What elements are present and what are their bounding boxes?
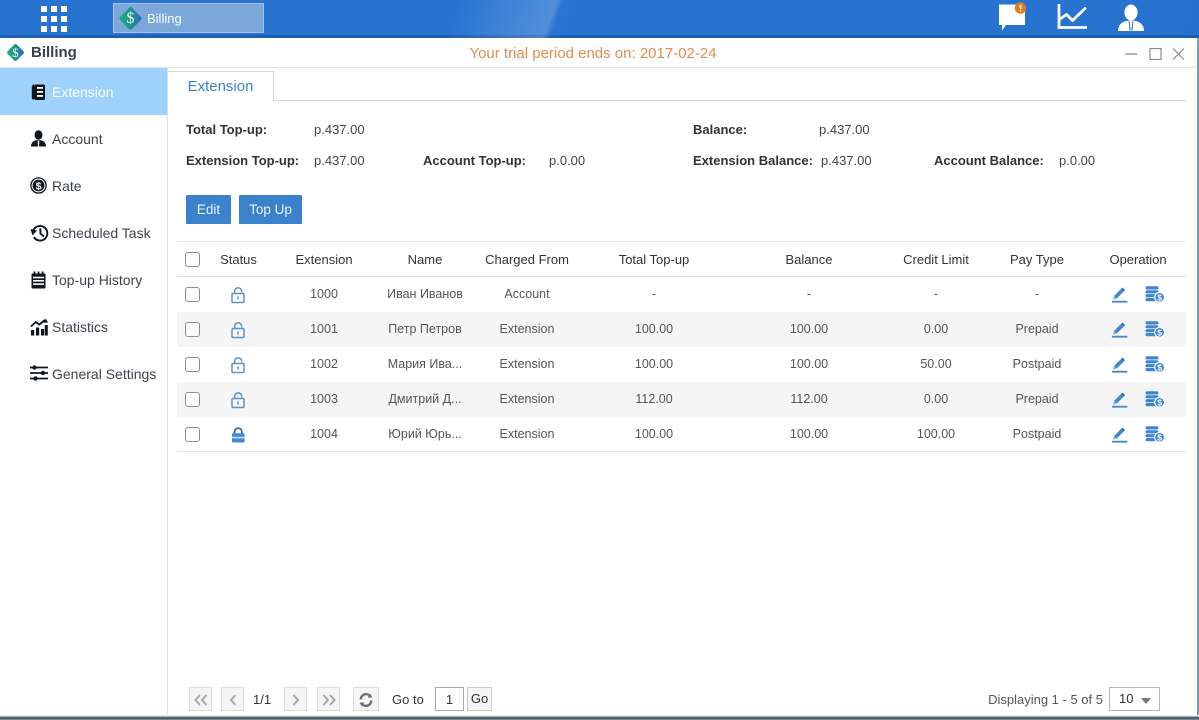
svg-text:$: $ xyxy=(1157,398,1162,408)
svg-text:$: $ xyxy=(1157,293,1162,303)
svg-text:$: $ xyxy=(36,180,42,192)
svg-text:$: $ xyxy=(1157,363,1162,373)
svg-text:$: $ xyxy=(1157,328,1162,338)
svg-text:$: $ xyxy=(1157,433,1162,443)
